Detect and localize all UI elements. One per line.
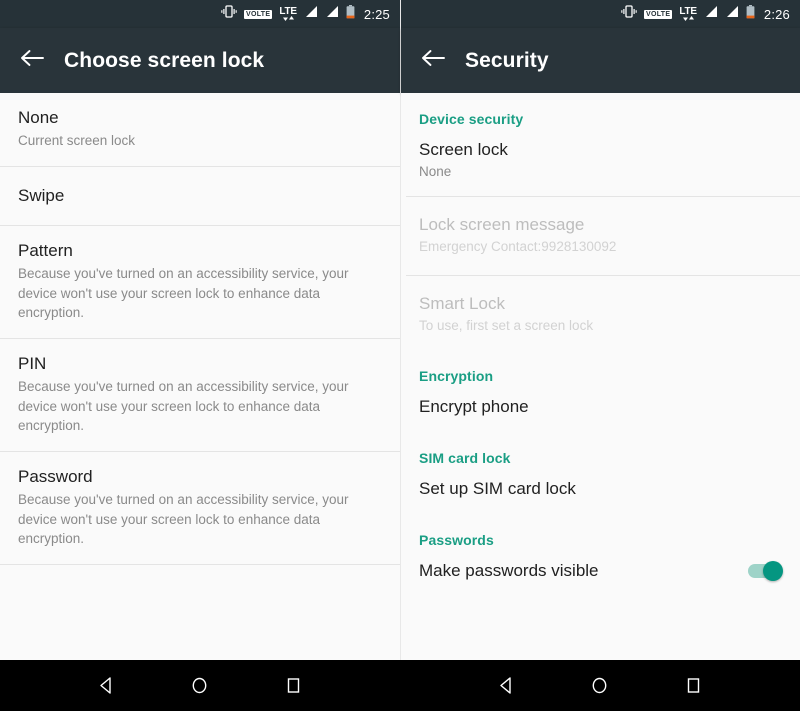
nav-home-button-right[interactable] xyxy=(590,676,609,695)
lte-icon: LTE xyxy=(279,7,297,21)
section-header-encryption: Encryption xyxy=(419,367,494,384)
dual-screenshot: VOLTE LTE 2:25 Choose screen lock None C… xyxy=(0,0,800,711)
setting-subtitle: To use, first set a screen lock xyxy=(419,318,594,334)
lock-option-title: Pattern xyxy=(18,241,73,261)
volte-icon: VOLTE xyxy=(644,9,673,19)
section-header-passwords: Passwords xyxy=(419,532,494,549)
status-time-left: 2:25 xyxy=(363,6,390,22)
lock-option-pattern[interactable]: Pattern Because you've turned on an acce… xyxy=(0,226,400,338)
navigation-bar-right xyxy=(400,660,800,711)
nav-home-button-left[interactable] xyxy=(190,676,209,695)
toggle-knob xyxy=(763,561,783,582)
back-button-right[interactable] xyxy=(401,48,465,73)
lock-option-title: Swipe xyxy=(18,185,65,205)
section-header-device-security: Device security xyxy=(419,111,524,127)
setting-subtitle: None xyxy=(419,164,452,180)
lock-option-none[interactable]: None Current screen lock xyxy=(0,93,400,166)
security-settings-list: Device security Screen lock None Lock sc… xyxy=(401,93,800,711)
lock-option-title: None xyxy=(18,108,59,127)
left-screen-choose-screen-lock: VOLTE LTE 2:25 Choose screen lock None C… xyxy=(0,0,400,711)
back-button-left[interactable] xyxy=(0,48,64,73)
setting-title: Smart Lock xyxy=(419,293,505,313)
section-header-sim-card-lock: SIM card lock xyxy=(419,450,511,467)
page-title-left: Choose screen lock xyxy=(64,48,265,72)
page-title-right: Security xyxy=(465,48,549,72)
back-arrow-icon xyxy=(20,48,44,73)
lock-option-swipe[interactable]: Swipe xyxy=(0,167,400,225)
action-bar-right: Security xyxy=(401,28,800,93)
lock-option-subtitle: Current screen lock xyxy=(18,133,136,149)
setting-title: Encrypt phone xyxy=(419,396,529,416)
right-screen-security: VOLTE LTE 2:26 Security Device security … xyxy=(400,0,800,711)
nav-back-button-right[interactable] xyxy=(497,676,516,695)
make-passwords-visible-toggle[interactable] xyxy=(748,561,783,582)
battery-icon xyxy=(746,4,755,24)
navigation-bar xyxy=(0,660,800,711)
volte-icon: VOLTE xyxy=(244,9,273,19)
nav-recents-button-right[interactable] xyxy=(684,676,703,695)
setting-make-passwords-visible[interactable]: Make passwords visible xyxy=(401,548,800,596)
setting-subtitle: Emergency Contact:9928130092 xyxy=(419,239,617,255)
lte-data-arrows-icon xyxy=(682,16,694,21)
setting-title: Lock screen message xyxy=(419,214,585,234)
setting-title: Make passwords visible xyxy=(419,561,599,581)
status-bar-right: VOLTE LTE 2:26 xyxy=(401,0,800,28)
status-time-right: 2:26 xyxy=(763,6,790,22)
lock-option-title: Password xyxy=(18,466,93,486)
nav-back-button-left[interactable] xyxy=(97,676,116,695)
setting-encrypt-phone[interactable]: Encrypt phone xyxy=(401,384,800,432)
setting-title: Set up SIM card lock xyxy=(419,479,576,499)
setting-smart-lock: Smart Lock To use, first set a screen lo… xyxy=(401,276,800,350)
battery-icon xyxy=(346,4,355,24)
setting-lock-screen-message: Lock screen message Emergency Contact:99… xyxy=(401,197,800,275)
lock-option-pin[interactable]: PIN Because you've turned on an accessib… xyxy=(0,339,400,451)
navigation-bar-left xyxy=(0,660,400,711)
lock-option-subtitle: Because you've turned on an accessibilit… xyxy=(18,266,349,321)
status-icons-left: VOLTE LTE xyxy=(221,4,355,24)
nav-recents-button-left[interactable] xyxy=(284,676,303,695)
vibrate-icon xyxy=(221,5,237,23)
lock-option-subtitle: Because you've turned on an accessibilit… xyxy=(18,492,349,547)
lte-data-arrows-icon xyxy=(282,16,294,21)
vibrate-icon xyxy=(621,5,637,23)
screen-lock-options-list: None Current screen lock Swipe Pattern B… xyxy=(0,93,400,711)
signal-sim2-icon xyxy=(725,5,739,23)
lock-option-subtitle: Because you've turned on an accessibilit… xyxy=(18,379,349,434)
lte-icon: LTE xyxy=(679,7,697,21)
setting-screen-lock[interactable]: Screen lock None xyxy=(401,127,800,196)
signal-sim1-icon xyxy=(704,5,718,23)
lock-option-password[interactable]: Password Because you've turned on an acc… xyxy=(0,452,400,564)
divider xyxy=(0,563,400,565)
action-bar-left: Choose screen lock xyxy=(0,28,400,93)
lock-option-title: PIN xyxy=(18,354,47,373)
setting-title: Screen lock xyxy=(419,140,508,159)
setting-set-up-sim-card-lock[interactable]: Set up SIM card lock xyxy=(401,466,800,514)
signal-sim2-icon xyxy=(325,5,339,23)
back-arrow-icon xyxy=(421,48,445,73)
status-icons-right: VOLTE LTE xyxy=(621,4,755,24)
status-bar-left: VOLTE LTE 2:25 xyxy=(0,0,400,28)
signal-sim1-icon xyxy=(304,5,318,23)
